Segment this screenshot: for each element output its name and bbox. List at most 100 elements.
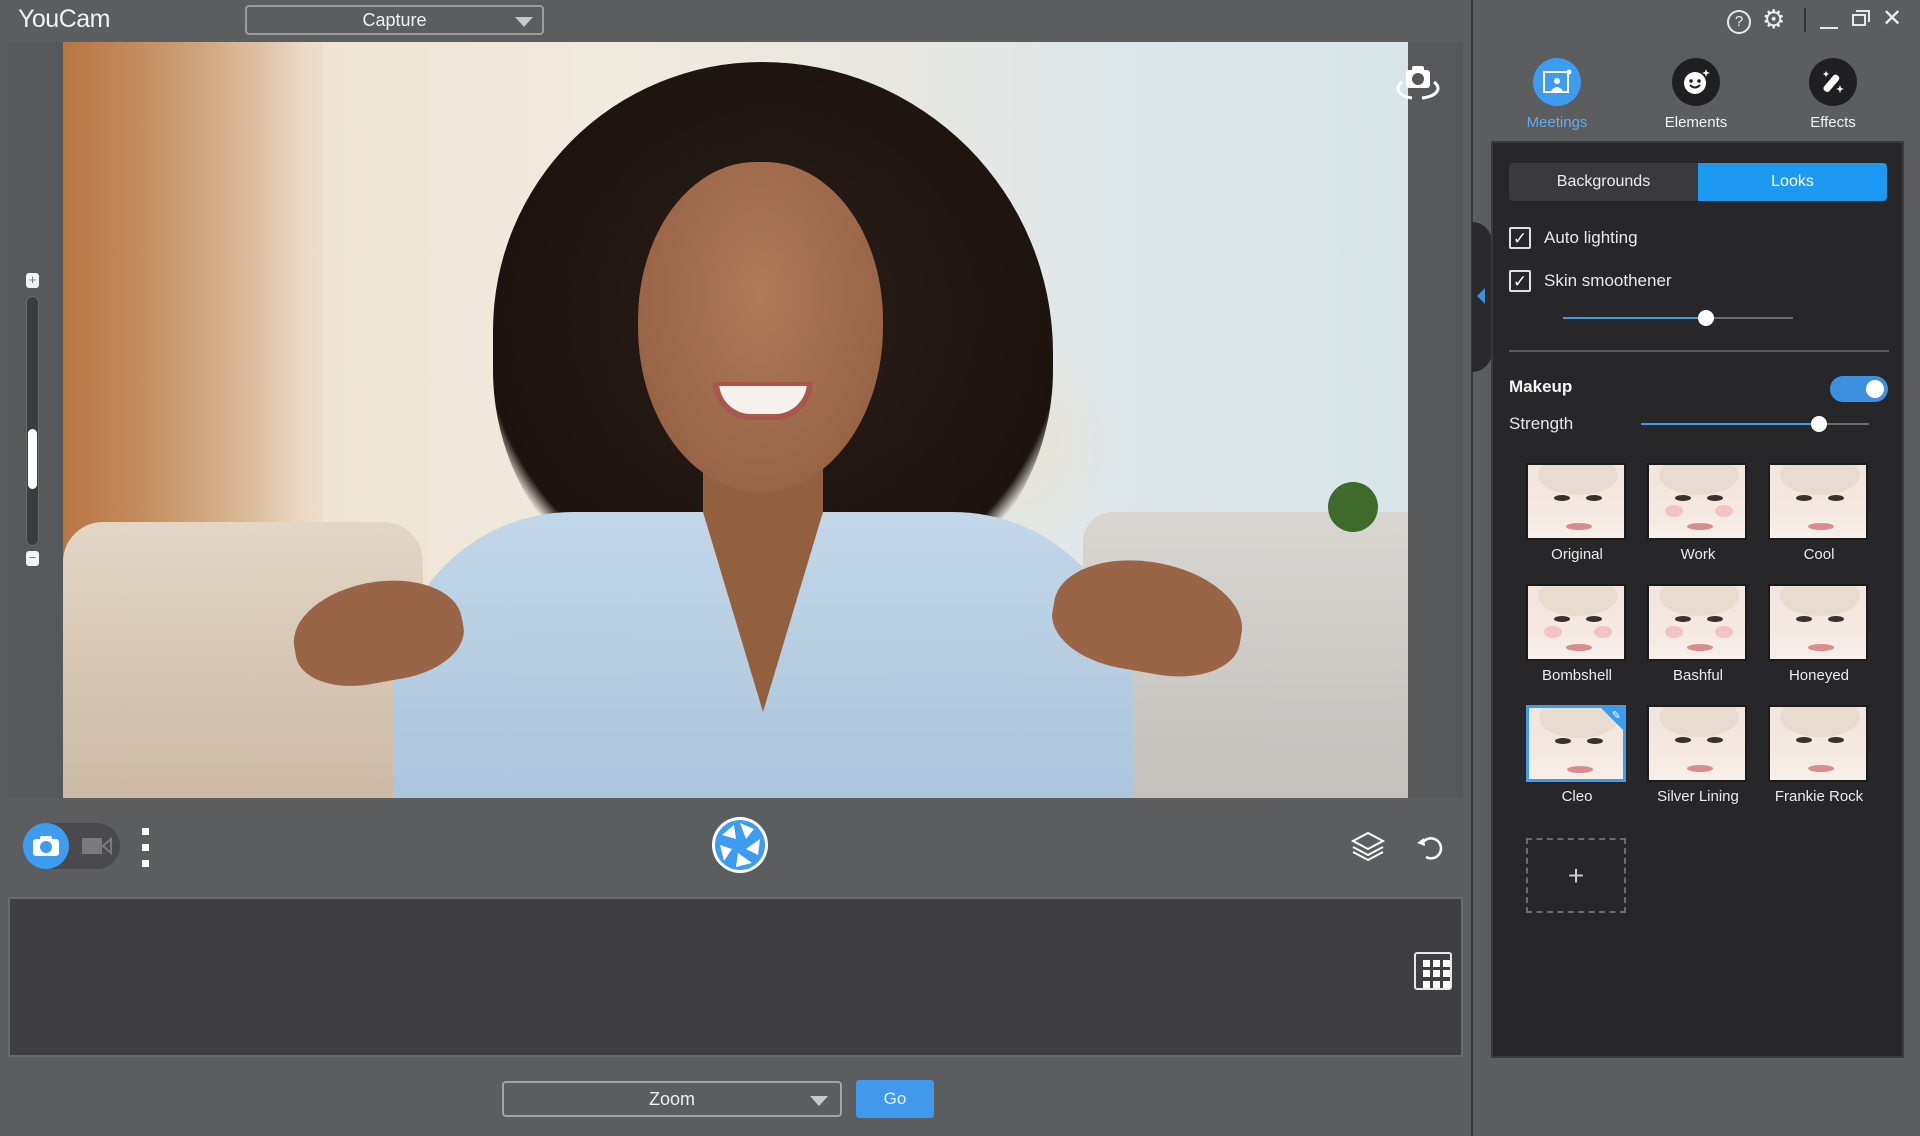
go-button[interactable]: Go <box>856 1080 934 1118</box>
restore-button[interactable] <box>1852 10 1870 26</box>
slider-fill <box>1563 317 1706 319</box>
zoom-out-button[interactable]: − <box>26 551 39 566</box>
checkmark-icon: ✓ <box>1509 270 1531 292</box>
look-label: Bombshell <box>1541 667 1613 684</box>
look-thumbnail <box>1768 463 1868 540</box>
collapse-panel-button[interactable] <box>1472 222 1492 372</box>
skin-smoothener-checkbox[interactable]: ✓ Skin smoothener <box>1509 270 1672 292</box>
look-label: Work <box>1680 546 1716 563</box>
looks-panel: Backgrounds Looks ✓ Auto lighting ✓ Skin… <box>1491 141 1904 1058</box>
look-thumbnail <box>1526 584 1626 661</box>
subject-neckline <box>703 512 823 712</box>
meetings-icon <box>1533 58 1581 106</box>
magic-wand-icon <box>1809 58 1857 106</box>
makeup-title: Makeup <box>1509 377 1573 396</box>
zoom-slider[interactable] <box>26 296 39 546</box>
tab-effects[interactable]: Effects <box>1778 58 1888 131</box>
tab-effects-label: Effects <box>1810 114 1856 131</box>
mode-select[interactable]: Capture <box>245 5 544 35</box>
slider-fill <box>1641 423 1819 425</box>
zoom-in-button[interactable]: + <box>26 273 39 288</box>
chevron-left-icon <box>1477 288 1485 304</box>
camera-icon <box>33 836 59 856</box>
layers-button[interactable] <box>1350 830 1386 862</box>
meeting-app-select[interactable]: Zoom <box>502 1081 842 1117</box>
youcam-window: YouCam Capture + − Zoom Go ? ⚙ ✕ Meeting… <box>0 0 1920 1136</box>
look-label: Frankie Rock <box>1774 788 1864 805</box>
look-label: Bashful <box>1672 667 1724 684</box>
tab-looks[interactable]: Looks <box>1698 163 1887 201</box>
look-item[interactable]: Honeyed <box>1768 584 1870 684</box>
pencil-icon: ✎ <box>1611 710 1621 722</box>
look-label: Cleo <box>1561 788 1593 805</box>
panel-divider <box>1471 0 1473 1136</box>
look-item[interactable]: Silver Lining <box>1647 705 1749 805</box>
tab-elements[interactable]: Elements <box>1641 58 1751 131</box>
zoom-slider-thumb[interactable] <box>28 429 37 489</box>
look-thumbnail <box>1647 584 1747 661</box>
camera-preview <box>63 42 1408 798</box>
checkmark-icon: ✓ <box>1509 227 1531 249</box>
look-thumbnail <box>1526 463 1626 540</box>
background-plant <box>1328 482 1378 532</box>
tab-backgrounds[interactable]: Backgrounds <box>1509 163 1698 201</box>
look-item[interactable]: Cool <box>1768 463 1870 563</box>
section-divider <box>1509 350 1889 352</box>
look-thumbnail <box>1647 463 1747 540</box>
strength-slider[interactable] <box>1641 416 1869 432</box>
chevron-down-icon <box>810 1096 828 1106</box>
look-thumbnail: ✎ <box>1526 705 1626 782</box>
library-grid-button[interactable] <box>1414 952 1452 990</box>
skin-smoothener-slider[interactable] <box>1563 310 1793 326</box>
slider-knob[interactable] <box>1810 416 1827 432</box>
strength-label: Strength <box>1509 414 1574 433</box>
video-mode-button[interactable] <box>81 836 113 856</box>
undo-button[interactable] <box>1414 832 1444 862</box>
switch-camera-icon <box>1396 66 1440 100</box>
look-item[interactable]: Bombshell <box>1526 584 1628 684</box>
look-item[interactable]: Original <box>1526 463 1628 563</box>
close-button[interactable]: ✕ <box>1882 4 1902 33</box>
panel-segmented-control: Backgrounds Looks <box>1509 163 1887 201</box>
help-button[interactable]: ? <box>1727 10 1751 34</box>
capture-mode-toggle[interactable] <box>23 823 120 869</box>
look-thumbnail <box>1647 705 1747 782</box>
tab-meetings[interactable]: Meetings <box>1502 58 1612 131</box>
title-separator <box>1804 8 1806 32</box>
look-item[interactable]: Frankie Rock <box>1768 705 1870 805</box>
add-look-button[interactable]: + <box>1526 838 1626 913</box>
aperture-icon <box>712 817 768 873</box>
layers-icon <box>1350 831 1386 862</box>
tab-meetings-label: Meetings <box>1526 114 1588 131</box>
look-item[interactable]: ✎ Cleo <box>1526 705 1628 805</box>
minimize-button[interactable] <box>1820 27 1838 29</box>
dot-icon <box>142 860 149 867</box>
video-camera-icon <box>82 836 112 856</box>
subject-face <box>638 162 883 492</box>
look-label: Cool <box>1803 546 1835 563</box>
chevron-down-icon <box>515 17 533 27</box>
meeting-app-select-value: Zoom <box>648 1088 695 1109</box>
settings-button[interactable]: ⚙ <box>1762 4 1785 35</box>
more-options-button[interactable] <box>142 828 150 870</box>
mode-select-value: Capture <box>362 9 427 30</box>
undo-icon <box>1417 837 1443 860</box>
photo-mode-button[interactable] <box>23 823 69 869</box>
switch-camera-button[interactable] <box>1390 62 1446 106</box>
app-title: YouCam <box>18 5 110 33</box>
look-thumbnail <box>1768 705 1868 782</box>
dot-icon <box>142 828 149 835</box>
grid-icon <box>1423 960 1430 967</box>
smiley-icon <box>1672 58 1720 106</box>
makeup-toggle[interactable] <box>1830 376 1888 402</box>
look-item[interactable]: Bashful <box>1647 584 1749 684</box>
look-label: Silver Lining <box>1657 788 1739 805</box>
shutter-button[interactable] <box>710 815 770 875</box>
look-label: Original <box>1551 546 1603 563</box>
auto-lighting-label: Auto lighting <box>1544 228 1638 247</box>
look-item[interactable]: Work <box>1647 463 1749 563</box>
slider-knob[interactable] <box>1697 310 1714 326</box>
tab-elements-label: Elements <box>1664 114 1728 131</box>
auto-lighting-checkbox[interactable]: ✓ Auto lighting <box>1509 227 1638 249</box>
look-label: Honeyed <box>1788 667 1850 684</box>
